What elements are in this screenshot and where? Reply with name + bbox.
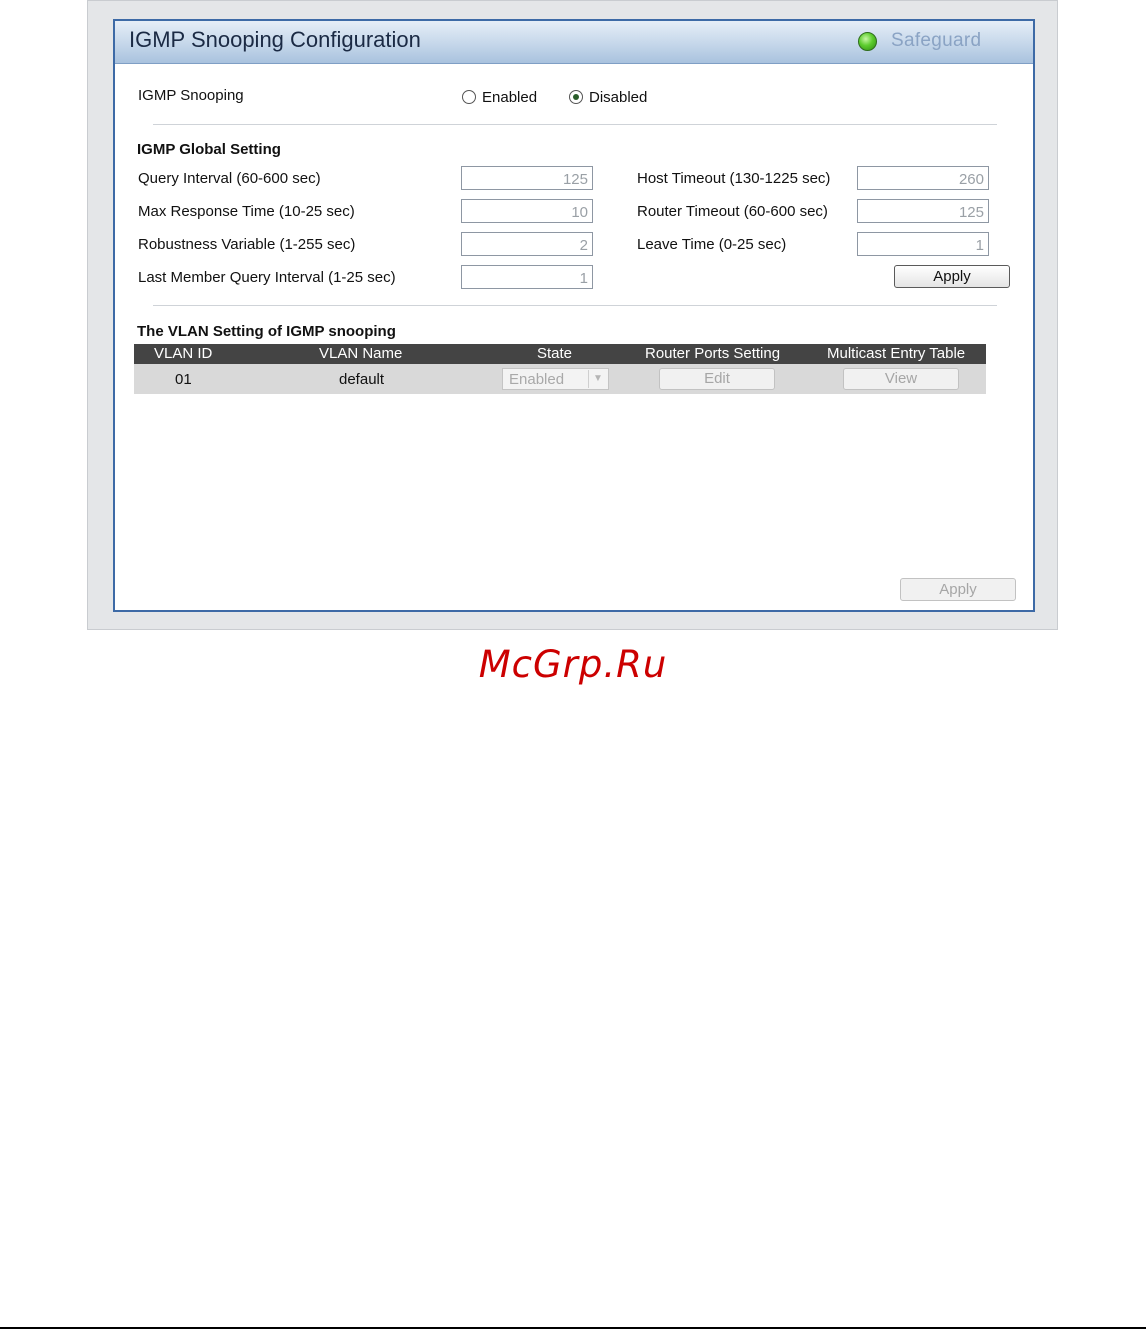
divider xyxy=(153,124,997,125)
bottom-apply-button[interactable]: Apply xyxy=(900,578,1016,601)
robustness-variable-label: Robustness Variable (1-255 sec) xyxy=(138,236,356,253)
column-header-vlan-name: VLAN Name xyxy=(319,345,403,362)
vlan-setting-heading: The VLAN Setting of IGMP snooping xyxy=(137,323,396,340)
router-timeout-input[interactable] xyxy=(857,199,989,223)
max-response-time-label: Max Response Time (10-25 sec) xyxy=(138,203,355,220)
column-header-multicast-entry-table: Multicast Entry Table xyxy=(827,345,966,362)
chevron-down-icon: ▼ xyxy=(588,370,607,388)
query-interval-label: Query Interval (60-600 sec) xyxy=(138,170,321,187)
config-frame: IGMP Snooping Configuration Safeguard IG… xyxy=(87,0,1058,630)
leave-time-label: Leave Time (0-25 sec) xyxy=(637,236,787,253)
igmp-enabled-radio[interactable] xyxy=(462,90,476,104)
igmp-disabled-label[interactable]: Disabled xyxy=(589,89,647,106)
global-setting-heading: IGMP Global Setting xyxy=(137,141,281,158)
column-header-state: State xyxy=(537,345,573,362)
last-member-query-interval-input[interactable] xyxy=(461,265,593,289)
safeguard-label: Safeguard xyxy=(891,30,982,51)
router-timeout-label: Router Timeout (60-600 sec) xyxy=(637,203,828,220)
host-timeout-input[interactable] xyxy=(857,166,989,190)
igmp-snooping-label: IGMP Snooping xyxy=(138,87,244,104)
vlan-table-header: VLAN ID VLAN Name State Router Ports Set… xyxy=(134,344,986,364)
query-interval-input[interactable] xyxy=(461,166,593,190)
global-apply-button[interactable]: Apply xyxy=(894,265,1010,288)
state-select[interactable]: Enabled ▼ xyxy=(502,368,609,390)
bottom-divider xyxy=(0,1327,1146,1329)
igmp-disabled-radio[interactable] xyxy=(569,90,583,104)
column-header-vlan-id: VLAN ID xyxy=(154,345,213,362)
page-title: IGMP Snooping Configuration xyxy=(129,27,421,52)
watermark-text: McGrp.Ru xyxy=(478,643,668,686)
multicast-view-button[interactable]: View xyxy=(843,368,959,390)
vlan-id-cell: 01 xyxy=(175,371,192,388)
table-row: 01 default Enabled ▼ Edit View xyxy=(134,364,986,394)
config-panel: IGMP Snooping Configuration Safeguard IG… xyxy=(113,19,1035,612)
last-member-query-interval-label: Last Member Query Interval (1-25 sec) xyxy=(138,269,396,286)
host-timeout-label: Host Timeout (130-1225 sec) xyxy=(637,170,831,187)
robustness-variable-input[interactable] xyxy=(461,232,593,256)
column-header-router-ports-setting: Router Ports Setting xyxy=(645,345,781,362)
igmp-enabled-label[interactable]: Enabled xyxy=(482,89,537,106)
leave-time-input[interactable] xyxy=(857,232,989,256)
safeguard-status-icon xyxy=(858,32,877,51)
vlan-name-cell: default xyxy=(339,371,385,388)
panel-header: IGMP Snooping Configuration Safeguard xyxy=(115,21,1033,64)
router-ports-edit-button[interactable]: Edit xyxy=(659,368,775,390)
state-select-value: Enabled xyxy=(509,371,565,388)
max-response-time-input[interactable] xyxy=(461,199,593,223)
divider xyxy=(153,305,997,306)
